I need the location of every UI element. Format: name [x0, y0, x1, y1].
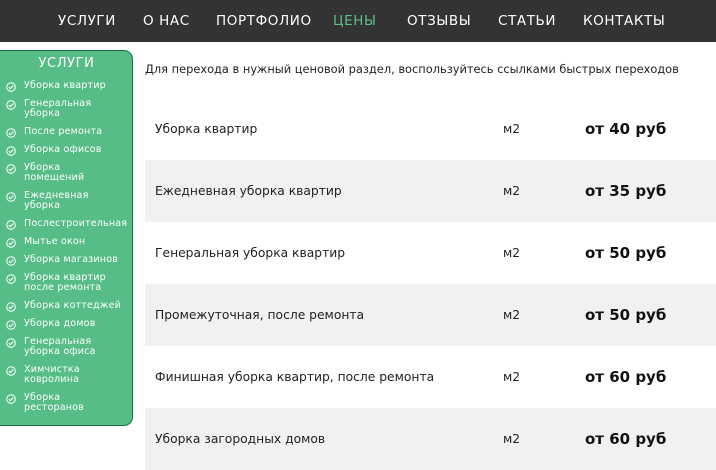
check-circle-icon	[6, 256, 16, 266]
check-circle-icon	[6, 192, 16, 202]
check-circle-icon	[6, 82, 16, 92]
price-row: Генеральная уборка квартир м2 от 50 руб	[145, 222, 716, 284]
nav-item-about[interactable]: О НАС	[143, 0, 190, 42]
check-circle-icon	[6, 128, 16, 138]
top-nav: УСЛУГИ О НАС ПОРТФОЛИО ЦЕНЫ ОТЗЫВЫ СТАТЬ…	[0, 0, 716, 42]
nav-item-prices[interactable]: ЦЕНЫ	[333, 0, 376, 42]
sidebar-item-label: Генеральная уборка офиса	[24, 337, 132, 357]
sidebar-item-label: Уборка коттеджей	[24, 301, 132, 311]
sidebar-item-label: Послестроительная	[24, 219, 132, 229]
sidebar-item-label: Генеральная уборка	[24, 99, 132, 119]
sidebar-item-line: Уборка домов	[24, 318, 96, 329]
sidebar-item-line: помещений	[24, 172, 85, 183]
services-sidebar: УСЛУГИ Уборка квартир Генеральная уборка По…	[0, 50, 133, 426]
service-name: Уборка загородных домов	[155, 432, 326, 446]
sidebar-item-line: Уборка квартир	[24, 80, 106, 91]
sidebar-item-line: Уборка магазинов	[24, 254, 119, 265]
price-unit: м2	[503, 432, 521, 446]
price-row: Уборка загородных домов м2 от 60 руб	[145, 408, 716, 470]
service-name: Ежедневная уборка квартир	[155, 184, 342, 198]
check-circle-icon	[6, 220, 16, 230]
service-name: Генеральная уборка квартир	[155, 246, 346, 260]
sidebar-item-label: Уборка ресторанов	[24, 393, 132, 413]
check-circle-icon	[6, 164, 16, 174]
check-circle-icon	[6, 302, 16, 312]
sidebar-item-label: Уборка помещений	[24, 163, 132, 183]
price-unit: м2	[503, 370, 521, 384]
sidebar-item-label: Уборка квартир	[24, 81, 132, 91]
check-circle-icon	[6, 338, 16, 348]
service-name: Промежуточная, после ремонта	[155, 308, 365, 322]
sidebar-item-line: уборка	[24, 200, 61, 211]
price-unit: м2	[503, 122, 521, 136]
sidebar-item-label: Уборка офисов	[24, 145, 132, 155]
check-circle-icon	[6, 320, 16, 330]
price-row: Ежедневная уборка квартир м2 от 35 руб	[145, 160, 716, 222]
price-row: Уборка квартир м2 от 40 руб	[145, 98, 716, 160]
price-unit: м2	[503, 308, 521, 322]
sidebar-item-line: Уборка офисов	[24, 144, 102, 155]
price-value: от 60 руб	[585, 430, 667, 448]
service-name: Финишная уборка квартир, после ремонта	[155, 370, 435, 384]
sidebar-item-label: Ежедневная уборка	[24, 191, 132, 211]
price-value: от 35 руб	[585, 182, 667, 200]
sidebar-title: УСЛУГИ	[38, 56, 95, 71]
nav-item-services[interactable]: УСЛУГИ	[58, 0, 116, 42]
check-circle-icon	[6, 394, 16, 404]
check-circle-icon	[6, 366, 16, 376]
check-circle-icon	[6, 100, 16, 110]
sidebar-item-line: Послестроительная	[24, 218, 128, 229]
price-value: от 50 руб	[585, 244, 667, 262]
price-row: Финишная уборка квартир, после ремонта м2…	[145, 346, 716, 408]
sidebar-item-line: Мытье окон	[24, 236, 86, 247]
sidebar-item-line: Уборка коттеджей	[24, 300, 122, 311]
price-value: от 40 руб	[585, 120, 667, 138]
service-name: Уборка квартир	[155, 122, 258, 136]
sidebar-item-label: Уборка домов	[24, 319, 132, 329]
price-unit: м2	[503, 246, 521, 260]
nav-item-reviews[interactable]: ОТЗЫВЫ	[407, 0, 471, 42]
sidebar-item-label: Мытье окон	[24, 237, 132, 247]
check-circle-icon	[6, 238, 16, 248]
sidebar-item-line: ковролина	[24, 374, 80, 385]
intro-text: Для перехода в нужный ценовой раздел, во…	[145, 62, 679, 76]
sidebar-item-label: После ремонта	[24, 127, 132, 137]
sidebar-item-line: после ремонта	[24, 282, 102, 293]
price-row: Промежуточная, после ремонта м2 от 50 руб	[145, 284, 716, 346]
price-value: от 60 руб	[585, 368, 667, 386]
sidebar-item-label: Химчистка ковролина	[24, 365, 132, 385]
nav-item-articles[interactable]: СТАТЬИ	[498, 0, 556, 42]
price-value: от 50 руб	[585, 306, 667, 324]
price-unit: м2	[503, 184, 521, 198]
sidebar-item-line: После ремонта	[24, 126, 103, 137]
sidebar-item-label: Уборка магазинов	[24, 255, 132, 265]
check-circle-icon	[6, 146, 16, 156]
sidebar-item-line: уборка офиса	[24, 346, 96, 357]
sidebar-item-line: ресторанов	[24, 402, 84, 413]
nav-item-portfolio[interactable]: ПОРТФОЛИО	[216, 0, 312, 42]
sidebar-item-label: Уборка квартир после ремонта	[24, 273, 132, 293]
sidebar-item-line: уборка	[24, 108, 61, 119]
nav-item-contacts[interactable]: КОНТАКТЫ	[583, 0, 665, 42]
check-circle-icon	[6, 274, 16, 284]
